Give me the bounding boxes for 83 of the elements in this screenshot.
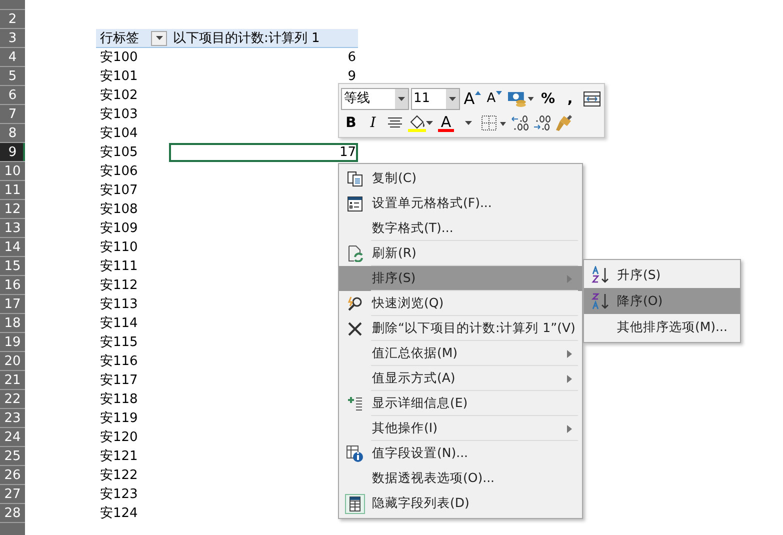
- row-header[interactable]: 28: [0, 504, 25, 523]
- bold-button[interactable]: B: [341, 112, 361, 134]
- row-header[interactable]: 19: [0, 333, 25, 352]
- table-cell-text: 安115: [99, 334, 139, 352]
- row-header[interactable]: 23: [0, 409, 25, 428]
- table-cell: 17: [169, 143, 358, 162]
- menu-item[interactable]: 其他排序选项(M)...: [584, 314, 740, 340]
- table-cell-text: 安122: [99, 467, 139, 485]
- row-header[interactable]: 3: [0, 29, 25, 48]
- menu-item[interactable]: 刷新(R): [339, 241, 582, 266]
- format-button[interactable]: %: [538, 88, 558, 110]
- menu-item[interactable]: 升序(S): [584, 262, 740, 288]
- menu-item[interactable]: 复制(C): [339, 166, 582, 191]
- table-cell-text: 9: [346, 68, 357, 86]
- table-cell-text: 安112: [99, 277, 139, 295]
- table-cell-text: 安113: [99, 296, 139, 314]
- table-cell-text: 安123: [99, 486, 139, 504]
- menu-item[interactable]: 排序(S): [339, 266, 582, 291]
- row-header[interactable]: 7: [0, 105, 25, 124]
- row-header[interactable]: 24: [0, 428, 25, 447]
- table-cell-text: 安116: [99, 353, 139, 371]
- font-name-field[interactable]: 等线: [341, 88, 409, 110]
- row-header[interactable]: 17: [0, 295, 25, 314]
- menu-item[interactable]: 值字段设置(N)...: [339, 441, 582, 466]
- row-header[interactable]: 27: [0, 485, 25, 504]
- table-cell-text: 安102: [99, 87, 139, 105]
- menu-item[interactable]: 隐藏字段列表(D): [339, 491, 582, 516]
- row-header[interactable]: 11: [0, 181, 25, 200]
- row-header[interactable]: 2: [0, 10, 25, 29]
- table-cell-text: 安106: [99, 163, 139, 181]
- table-cell-text: 安104: [99, 125, 139, 143]
- row-header[interactable]: 10: [0, 162, 25, 181]
- row-header[interactable]: 13: [0, 219, 25, 238]
- table-cell-text: 安100: [99, 49, 139, 67]
- column-header: 以下项目的计数:计算列 1: [169, 29, 358, 48]
- table-cell-text: 安109: [99, 220, 139, 238]
- table-cell-text: 安101: [99, 68, 139, 86]
- table-cell-text: 安111: [99, 258, 139, 276]
- shrink-font-button[interactable]: A: [484, 88, 504, 110]
- row-header[interactable]: 16: [0, 276, 25, 295]
- row-label-header: 行标签: [100, 30, 139, 48]
- table-cell-text: 安108: [99, 201, 139, 219]
- menu-item[interactable]: 快速浏览(Q): [339, 291, 582, 316]
- table-cell-text: 安114: [99, 315, 139, 333]
- row-header[interactable]: 8: [0, 124, 25, 143]
- table-cell-text: 安119: [99, 410, 139, 428]
- row-header[interactable]: 5: [0, 67, 25, 86]
- menu-item[interactable]: 删除“以下项目的计数:计算列 1”(V): [339, 316, 582, 341]
- row-header[interactable]: 18: [0, 314, 25, 333]
- row-header[interactable]: 14: [0, 238, 25, 257]
- menu-item[interactable]: 显示详细信息(E): [339, 391, 582, 416]
- font-size-field[interactable]: 11: [410, 88, 460, 110]
- row-header[interactable]: 9: [0, 143, 25, 162]
- table-cell-text: 6: [346, 49, 357, 67]
- menu-item[interactable]: 设置单元格格式(F)...: [339, 191, 582, 216]
- row-header[interactable]: 22: [0, 390, 25, 409]
- table-cell-text: 安105: [99, 144, 139, 162]
- menu-item[interactable]: 值汇总依据(M): [339, 341, 582, 366]
- table-cell-text: 安107: [99, 182, 139, 200]
- row-header[interactable]: 25: [0, 447, 25, 466]
- table-cell-text: 安110: [99, 239, 139, 257]
- row-header[interactable]: 21: [0, 371, 25, 390]
- row-header[interactable]: 12: [0, 200, 25, 219]
- row-header[interactable]: 4: [0, 48, 25, 67]
- menu-item[interactable]: 值显示方式(A): [339, 366, 582, 391]
- row-header[interactable]: 15: [0, 257, 25, 276]
- format-button[interactable]: ,: [560, 88, 580, 110]
- row-header[interactable]: 26: [0, 466, 25, 485]
- italic-button[interactable]: I: [363, 112, 383, 134]
- table-cell-text: 安103: [99, 106, 139, 124]
- row-header[interactable]: 20: [0, 352, 25, 371]
- table-cell-text: 安118: [99, 391, 139, 409]
- table-cell-text: 安117: [99, 372, 139, 390]
- row-header[interactable]: 6: [0, 86, 25, 105]
- font-color-button[interactable]: A: [436, 112, 456, 134]
- menu-item[interactable]: 数据透视表选项(O)...: [339, 466, 582, 491]
- table-cell-text: 安121: [99, 448, 139, 466]
- table-cell-text: 安124: [99, 505, 139, 523]
- table-cell-text: 安120: [99, 429, 139, 447]
- menu-item[interactable]: 降序(O): [584, 288, 740, 314]
- menu-item[interactable]: 数字格式(T)...: [339, 216, 582, 241]
- grow-font-button[interactable]: A: [462, 88, 482, 110]
- menu-item[interactable]: 其他操作(I): [339, 416, 582, 441]
